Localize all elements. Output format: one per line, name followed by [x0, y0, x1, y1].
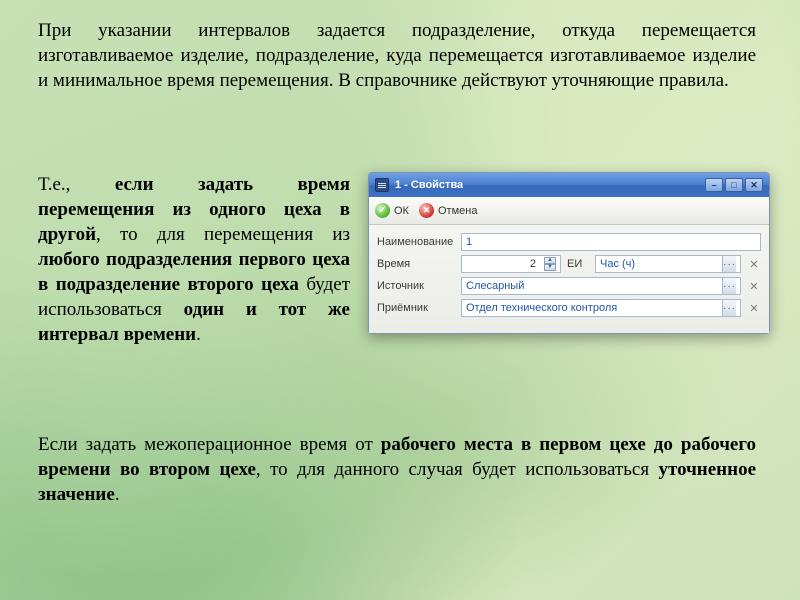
dialog-form: Наименование 1 Время 2 ▲ ▼ ЕИ Час (ч) ··… [369, 225, 769, 333]
lookup-source-icon[interactable]: ··· [722, 278, 736, 294]
check-icon: ✓ [375, 203, 390, 218]
value-source: Слесарный [466, 280, 524, 292]
window-minimize-button[interactable]: – [705, 178, 723, 192]
cancel-button[interactable]: ✕ Отмена [419, 203, 477, 218]
lookup-unit-icon[interactable]: ··· [722, 256, 736, 272]
label-unit: ЕИ [567, 258, 589, 270]
paragraph-2: Т.е., если задать время перемещения из о… [38, 172, 350, 348]
spin-down-icon[interactable]: ▼ [544, 264, 556, 271]
ok-button[interactable]: ✓ ОК [375, 203, 409, 218]
p3-c: , то для данного случая будет использова… [256, 459, 659, 480]
clear-unit-icon[interactable]: ✕ [747, 255, 761, 273]
field-name[interactable]: 1 [461, 233, 761, 251]
dialog-title: 1 - Свойства [395, 179, 463, 191]
cancel-label: Отмена [438, 205, 477, 217]
field-receiver[interactable]: Отдел технического контроля ··· [461, 299, 741, 317]
lookup-receiver-icon[interactable]: ··· [722, 300, 736, 316]
label-source: Источник [377, 280, 455, 292]
p2-a: Т.е., [38, 174, 115, 195]
paragraph-1: При указании интервалов задается подразд… [38, 18, 756, 93]
properties-dialog: 1 - Свойства – □ ✕ ✓ ОК ✕ Отмена Наимено… [368, 172, 770, 334]
window-close-button[interactable]: ✕ [745, 178, 763, 192]
ok-label: ОК [394, 205, 409, 217]
field-time[interactable]: 2 ▲ ▼ [461, 255, 561, 273]
row-receiver: Приёмник Отдел технического контроля ···… [377, 297, 761, 319]
paragraph-3: Если задать межоперационное время от раб… [38, 432, 756, 507]
p3-e: . [115, 484, 120, 505]
label-time: Время [377, 258, 455, 270]
cancel-icon: ✕ [419, 203, 434, 218]
value-name: 1 [466, 236, 472, 248]
field-source[interactable]: Слесарный ··· [461, 277, 741, 295]
value-receiver: Отдел технического контроля [466, 302, 617, 314]
dialog-toolbar: ✓ ОК ✕ Отмена [369, 197, 769, 225]
dialog-titlebar[interactable]: 1 - Свойства – □ ✕ [369, 173, 769, 197]
clear-receiver-icon[interactable]: ✕ [747, 299, 761, 317]
p2-c: , то для перемещения из [96, 224, 350, 245]
p2-g: . [196, 324, 201, 345]
window-maximize-button[interactable]: □ [725, 178, 743, 192]
row-source: Источник Слесарный ··· ✕ [377, 275, 761, 297]
spin-up-icon[interactable]: ▲ [544, 257, 556, 264]
dialog-app-icon [375, 178, 389, 192]
field-unit[interactable]: Час (ч) ··· [595, 255, 741, 273]
label-name: Наименование [377, 236, 455, 248]
clear-source-icon[interactable]: ✕ [747, 277, 761, 295]
label-receiver: Приёмник [377, 302, 455, 314]
value-time: 2 [530, 258, 536, 270]
row-time: Время 2 ▲ ▼ ЕИ Час (ч) ··· ✕ [377, 253, 761, 275]
value-unit: Час (ч) [600, 258, 635, 270]
row-name: Наименование 1 [377, 231, 761, 253]
p3-a: Если задать межоперационное время от [38, 434, 381, 455]
